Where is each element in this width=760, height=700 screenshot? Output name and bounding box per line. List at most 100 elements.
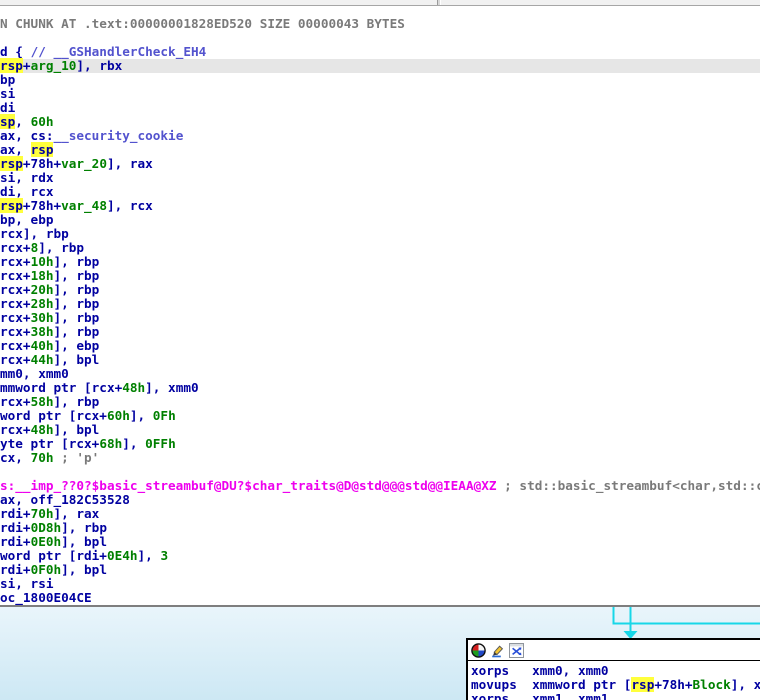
asm-token: ], rax: [107, 156, 153, 171]
asm-line[interactable]: rdi+70h], rax: [0, 507, 99, 521]
asm-line[interactable]: sp, 60h: [0, 115, 53, 129]
asm-line[interactable]: bp: [0, 73, 15, 87]
asm-token: oc_1800E04CE: [0, 590, 92, 605]
asm-token: ], bpl: [53, 422, 99, 437]
asm-line[interactable]: ax, rsp: [0, 143, 53, 157]
asm-token: +78h+: [654, 677, 692, 692]
asm-token: var_48: [61, 198, 107, 213]
asm-line[interactable]: rdi+0F0h], bpl: [0, 563, 107, 577]
asm-line[interactable]: movups xmmword ptr [rsp+78h+Block], xmm0: [471, 678, 760, 692]
asm-token: rcx+: [0, 296, 31, 311]
asm-token: bp: [0, 72, 15, 87]
asm-token: +78h+: [23, 156, 61, 171]
asm-line[interactable]: rcx+48h], bpl: [0, 423, 99, 437]
asm-token: ], rbx: [76, 58, 122, 73]
asm-line[interactable]: s:__imp_??0?$basic_streambuf@DU?$char_tr…: [0, 479, 760, 493]
node-color-icon[interactable]: [471, 643, 486, 658]
node-body[interactable]: xorps xmm0, xmm0movups xmmword ptr [rsp+…: [468, 661, 760, 700]
asm-token: di: [0, 100, 15, 115]
asm-token: d {: [0, 44, 31, 59]
asm-token: rsp: [0, 58, 23, 73]
asm-token: 70h: [31, 506, 54, 521]
asm-line[interactable]: di, rcx: [0, 185, 53, 199]
asm-line[interactable]: bp, ebp: [0, 213, 53, 227]
asm-line[interactable]: rsp+arg_10], rbx: [0, 59, 760, 73]
asm-line[interactable]: rcx+10h], rbp: [0, 255, 99, 269]
asm-token: ], bpl: [61, 562, 107, 577]
asm-line[interactable]: ax, cs:__security_cookie: [0, 129, 183, 143]
asm-line[interactable]: si, rsi: [0, 577, 53, 591]
asm-token: ], rbp: [53, 310, 99, 325]
asm-token: s:__imp_??0?$basic_streambuf@DU?$char_tr…: [0, 478, 497, 493]
asm-token: ], rbp: [38, 240, 84, 255]
asm-token: 40h: [31, 338, 54, 353]
asm-token: ], rbp: [53, 254, 99, 269]
graph-basic-block-node[interactable]: xorps xmm0, xmm0movups xmmword ptr [rsp+…: [466, 638, 760, 700]
asm-token: rcx+: [0, 240, 31, 255]
asm-line[interactable]: rsp+78h+var_48], rcx: [0, 199, 153, 213]
asm-token: arg_10: [31, 58, 77, 73]
asm-line[interactable]: ax, off_182C53528: [0, 493, 130, 507]
asm-token: yte ptr [rcx+: [0, 436, 99, 451]
asm-line[interactable]: xorps xmm1, xmm1: [471, 692, 760, 700]
asm-line[interactable]: mm0, xmm0: [0, 367, 69, 381]
asm-token: sp: [0, 114, 15, 129]
asm-line[interactable]: mmword ptr [rcx+48h], xmm0: [0, 381, 199, 395]
asm-line[interactable]: word ptr [rdi+0E4h], 3: [0, 549, 168, 563]
asm-line[interactable]: d { // __GSHandlerCheck_EH4: [0, 45, 206, 59]
asm-token: __security_cookie: [53, 128, 183, 143]
asm-token: 10h: [31, 254, 54, 269]
asm-line[interactable]: si: [0, 87, 15, 101]
asm-token: 0F0h: [31, 562, 62, 577]
asm-token: rcx+: [0, 352, 31, 367]
asm-token: ], ebp: [53, 338, 99, 353]
disassembly-listing[interactable]: N CHUNK AT .text:00000001828ED520 SIZE 0…: [0, 0, 760, 606]
asm-line[interactable]: rcx+30h], rbp: [0, 311, 99, 325]
asm-token: rsp: [631, 677, 654, 692]
asm-line[interactable]: rsp+78h+var_20], rax: [0, 157, 153, 171]
asm-token: 60h: [107, 408, 130, 423]
asm-token: movups xmmword ptr [: [471, 677, 631, 692]
asm-token: 0E0h: [31, 534, 62, 549]
asm-token: 58h: [31, 394, 54, 409]
asm-token: ], xmm0: [731, 677, 760, 692]
graph-pane[interactable]: xorps xmm0, xmm0movups xmmword ptr [rsp+…: [0, 607, 760, 700]
asm-line[interactable]: xorps xmm0, xmm0: [471, 664, 760, 678]
asm-line[interactable]: rcx+58h], rbp: [0, 395, 99, 409]
asm-line[interactable]: rdi+0D8h], rbp: [0, 521, 107, 535]
asm-line[interactable]: rcx+38h], rbp: [0, 325, 99, 339]
asm-line[interactable]: oc_1800E04CE: [0, 591, 92, 605]
asm-line[interactable]: cx, 70h ; 'p': [0, 451, 99, 465]
asm-line[interactable]: rcx+8], rbp: [0, 241, 84, 255]
asm-token: si, rsi: [0, 576, 53, 591]
asm-line[interactable]: yte ptr [rcx+68h], 0FFh: [0, 437, 176, 451]
asm-line[interactable]: rdi+0E0h], bpl: [0, 535, 107, 549]
asm-line[interactable]: rcx+28h], rbp: [0, 297, 99, 311]
asm-line[interactable]: word ptr [rcx+60h], 0Fh: [0, 409, 176, 423]
asm-token: mmword ptr [rcx+: [0, 380, 122, 395]
asm-token: di, rcx: [0, 184, 53, 199]
asm-token: rsp: [0, 198, 23, 213]
asm-line[interactable]: rcx+18h], rbp: [0, 269, 99, 283]
asm-token: // __GSHandlerCheck_EH4: [31, 44, 207, 59]
asm-token: rcx+: [0, 282, 31, 297]
asm-line[interactable]: si, rdx: [0, 171, 53, 185]
asm-token: ],: [130, 408, 153, 423]
asm-token: 0Fh: [153, 408, 176, 423]
asm-token: +: [23, 58, 31, 73]
asm-line[interactable]: di: [0, 101, 15, 115]
asm-line[interactable]: N CHUNK AT .text:00000001828ED520 SIZE 0…: [0, 17, 405, 31]
asm-token: 30h: [31, 310, 54, 325]
asm-line[interactable]: rcx+20h], rbp: [0, 283, 99, 297]
crossed-arrows-icon[interactable]: [509, 643, 524, 658]
asm-token: ], rax: [53, 506, 99, 521]
asm-token: ], rbp: [61, 520, 107, 535]
asm-token: rdi+: [0, 506, 31, 521]
asm-line[interactable]: rcx+44h], bpl: [0, 353, 99, 367]
asm-line[interactable]: rcx+40h], ebp: [0, 339, 99, 353]
asm-token: 70h: [31, 450, 54, 465]
asm-line[interactable]: rcx], rbp: [0, 227, 69, 241]
edit-comment-icon[interactable]: [490, 643, 505, 658]
asm-token: ; 'p': [53, 450, 99, 465]
asm-token: rcx], rbp: [0, 226, 69, 241]
